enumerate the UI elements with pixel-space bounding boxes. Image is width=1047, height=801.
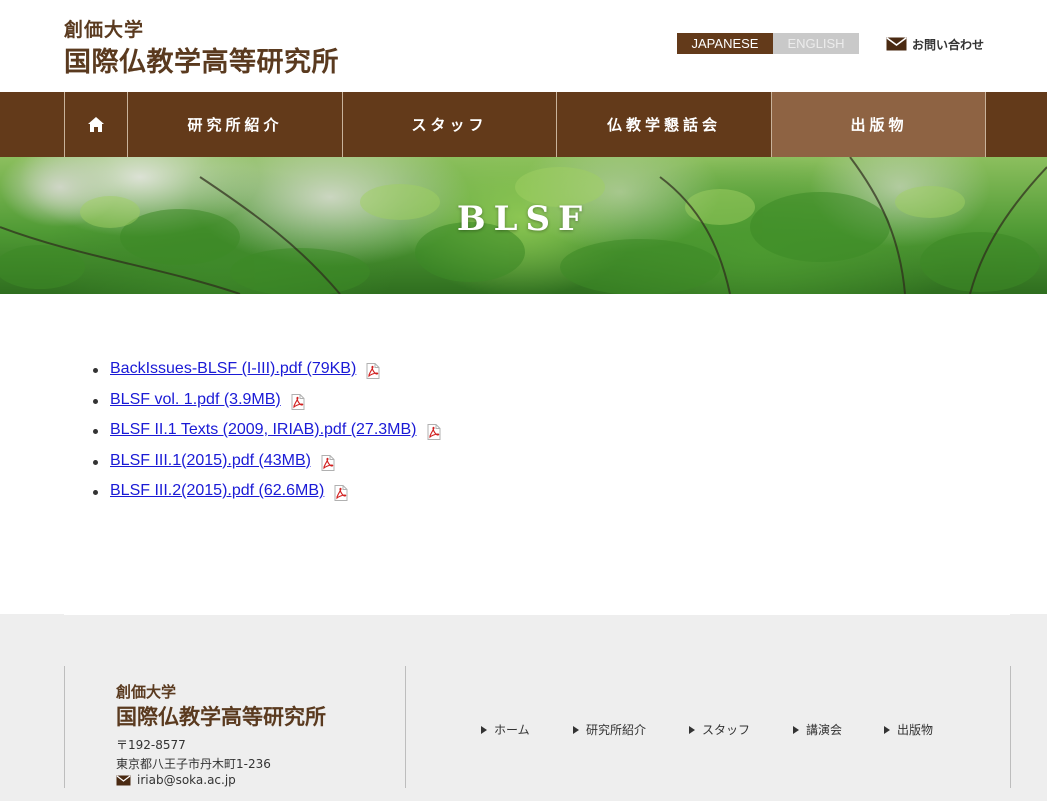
triangle-right-icon	[689, 725, 695, 734]
triangle-right-icon	[573, 725, 579, 734]
nav-divider	[985, 92, 986, 157]
file-link[interactable]: BackIssues-BLSF (I-III).pdf (79KB)	[110, 360, 356, 378]
triangle-right-icon	[481, 725, 487, 734]
bullet	[93, 429, 98, 434]
footer-divider	[64, 666, 65, 788]
bullet	[93, 398, 98, 404]
footer-nav-staff[interactable]: スタッフ	[689, 721, 750, 738]
footer-nav-lectures[interactable]: 講演会	[793, 721, 842, 738]
footer-divider	[405, 666, 406, 788]
footer-nav-label: 講演会	[806, 723, 843, 737]
list-item: BLSF III.2(2015).pdf (62.6MB)	[93, 482, 442, 513]
footer-postal-code: 〒192-8577	[116, 738, 186, 752]
pdf-icon	[334, 485, 348, 501]
pdf-icon	[366, 363, 380, 379]
footer-nav-publications[interactable]: 出版物	[884, 721, 933, 738]
list-item: BLSF III.1(2015).pdf (43MB)	[93, 452, 442, 483]
footer-email-link[interactable]: iriab@soka.ac.jp	[116, 773, 236, 787]
footer-divider	[64, 614, 1010, 615]
bullet	[93, 459, 98, 465]
lang-english-button[interactable]: ENGLISH	[773, 33, 859, 54]
nav-item-about[interactable]: 研究所紹介	[127, 92, 342, 157]
contact-link[interactable]: お問い合わせ	[886, 34, 984, 54]
footer-nav-label: 出版物	[897, 723, 934, 737]
bullet	[93, 368, 98, 373]
footer-divider	[1010, 666, 1011, 788]
footer-logo-institute-name: 国際仏教学高等研究所	[116, 704, 326, 729]
mail-icon	[116, 775, 131, 785]
file-list: BackIssues-BLSF (I-III).pdf (79KB) BLSF …	[93, 360, 442, 513]
list-item: BLSF vol. 1.pdf (3.9MB)	[93, 391, 442, 422]
nav-item-staff[interactable]: スタッフ	[342, 92, 556, 157]
contact-label: お問い合わせ	[912, 37, 985, 52]
list-item: BLSF II.1 Texts (2009, IRIAB).pdf (27.3M…	[93, 421, 442, 452]
site-header: 創価大学 国際仏教学高等研究所 JAPANESE ENGLISH お問い合わせ	[0, 0, 1047, 92]
logo-university-name[interactable]: 創価大学	[64, 15, 144, 42]
nav-item-publications[interactable]: 出版物	[771, 92, 986, 157]
footer-nav-label: ホーム	[494, 723, 530, 737]
footer-nav-home[interactable]: ホーム	[481, 721, 530, 738]
footer-nav-label: 研究所紹介	[586, 723, 647, 737]
page-title: BLSF	[456, 199, 591, 239]
file-link[interactable]: BLSF III.1(2015).pdf (43MB)	[110, 452, 311, 470]
footer-logo-university-name: 創価大学	[116, 683, 177, 701]
mail-icon	[886, 37, 907, 51]
footer-email: iriab@soka.ac.jp	[137, 773, 236, 787]
site-footer: 創価大学 国際仏教学高等研究所 〒192-8577 東京都八王子市丹木町1-23…	[0, 614, 1047, 801]
triangle-right-icon	[884, 725, 890, 734]
pdf-icon	[321, 454, 335, 471]
lang-japanese-button[interactable]: JAPANESE	[677, 33, 773, 54]
logo-institute-name[interactable]: 国際仏教学高等研究所	[64, 40, 339, 79]
home-icon	[87, 117, 104, 132]
main-content: BackIssues-BLSF (I-III).pdf (79KB) BLSF …	[0, 294, 1047, 614]
pdf-icon	[427, 424, 440, 440]
main-nav: 研究所紹介 スタッフ 仏教学懇話会 出版物	[0, 92, 1047, 157]
file-link[interactable]: BLSF III.2(2015).pdf (62.6MB)	[110, 482, 324, 500]
file-link[interactable]: BLSF II.1 Texts (2009, IRIAB).pdf (27.3M…	[110, 421, 417, 439]
footer-address: 東京都八王子市丹木町1-236	[116, 757, 271, 771]
hero-banner: BLSF	[0, 157, 1047, 294]
nav-item-colloquium[interactable]: 仏教学懇話会	[556, 92, 771, 157]
file-link[interactable]: BLSF vol. 1.pdf (3.9MB)	[110, 391, 281, 409]
triangle-right-icon	[793, 725, 799, 734]
list-item: BackIssues-BLSF (I-III).pdf (79KB)	[93, 360, 442, 391]
bullet	[93, 490, 98, 495]
footer-nav-label: スタッフ	[702, 723, 751, 737]
footer-nav-about[interactable]: 研究所紹介	[573, 721, 646, 738]
pdf-icon	[291, 393, 305, 410]
nav-home[interactable]	[64, 92, 127, 157]
